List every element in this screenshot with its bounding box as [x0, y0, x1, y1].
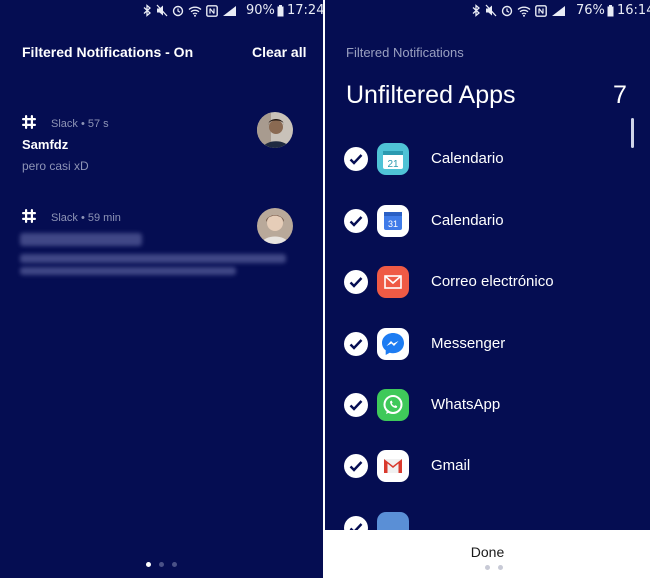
- battery-icon: [607, 5, 614, 17]
- wifi-icon: [188, 6, 202, 17]
- notification-item[interactable]: Slack • 57 s Samfdz pero casi xD: [0, 112, 323, 192]
- alarm-icon: [172, 5, 184, 17]
- checkbox[interactable]: [344, 332, 368, 356]
- checkbox[interactable]: [344, 393, 368, 417]
- app-name: Messenger: [431, 335, 506, 352]
- check-icon: [349, 461, 363, 472]
- clear-all-button[interactable]: Clear all: [252, 44, 306, 60]
- checkbox[interactable]: [344, 147, 368, 171]
- whatsapp-icon: [377, 389, 409, 421]
- avatar: [257, 208, 293, 244]
- google-calendar-icon: 31: [377, 205, 409, 237]
- status-icons: [472, 4, 566, 17]
- check-icon: [349, 216, 363, 227]
- unfiltered-apps-screen: 76% 16:14 Filtered Notifications Unfilte…: [325, 0, 650, 578]
- check-icon: [349, 339, 363, 350]
- clock: 16:14: [617, 3, 650, 18]
- battery-percent: 76%: [576, 3, 605, 18]
- blurred-body-line: [20, 254, 286, 263]
- notification-meta: Slack • 59 min: [51, 212, 121, 224]
- bluetooth-icon: [143, 4, 151, 17]
- battery-percent: 90%: [246, 3, 275, 18]
- status-icons: [143, 4, 237, 17]
- app-row[interactable]: 31 Calendario: [325, 196, 630, 246]
- page-dot[interactable]: [485, 565, 490, 570]
- app-name: Calendario: [431, 212, 504, 229]
- messenger-icon: [377, 328, 409, 360]
- app-name: Correo electrónico: [431, 273, 554, 290]
- notification-time: 57 s: [87, 118, 109, 130]
- meta-separator: •: [80, 118, 85, 130]
- blurred-body-line: [20, 267, 236, 275]
- svg-text:21: 21: [387, 159, 399, 170]
- checkbox[interactable]: [344, 270, 368, 294]
- notification-time: 59 min: [87, 212, 121, 224]
- app-row[interactable]: Messenger: [325, 319, 630, 369]
- notification-body: pero casi xD: [22, 159, 89, 173]
- slack-icon: [22, 209, 36, 223]
- screen-subtitle: Filtered Notifications: [346, 45, 464, 60]
- page-dot[interactable]: [159, 562, 164, 567]
- notification-app-name: Slack: [51, 118, 78, 130]
- app-count: 7: [613, 81, 627, 109]
- bluetooth-icon: [472, 4, 480, 17]
- page-indicator: [485, 565, 503, 570]
- blurred-sender: [20, 233, 142, 246]
- app-row[interactable]: Gmail: [325, 441, 630, 491]
- done-button[interactable]: Done: [325, 530, 650, 578]
- checkbox[interactable]: [344, 454, 368, 478]
- meta-separator: •: [80, 212, 85, 224]
- calendar-icon: 21: [377, 143, 409, 175]
- notification-item[interactable]: Slack • 59 min: [0, 206, 323, 286]
- page-title: Unfiltered Apps: [346, 81, 516, 109]
- app-row[interactable]: 21 Calendario: [325, 134, 630, 184]
- page-dot[interactable]: [172, 562, 177, 567]
- status-bar: 76% 16:14: [325, 0, 650, 22]
- alarm-icon: [501, 5, 513, 17]
- nfc-icon: [206, 4, 218, 17]
- page-title: Filtered Notifications - On: [22, 44, 194, 60]
- signal-icon: [552, 5, 565, 16]
- mute-icon: [156, 4, 168, 17]
- nfc-icon: [535, 4, 547, 17]
- check-icon: [349, 400, 363, 411]
- app-name: WhatsApp: [431, 396, 501, 413]
- check-icon: [349, 277, 363, 288]
- notification-meta: Slack • 57 s: [51, 118, 109, 130]
- gmail-icon: [377, 450, 409, 482]
- page-dot[interactable]: [498, 565, 503, 570]
- check-icon: [349, 154, 363, 165]
- mute-icon: [485, 4, 497, 17]
- battery-icon: [277, 5, 284, 17]
- app-row[interactable]: WhatsApp: [325, 380, 630, 430]
- app-name: Calendario: [431, 150, 504, 167]
- checkbox[interactable]: [344, 209, 368, 233]
- page-dot[interactable]: [146, 562, 151, 567]
- status-bar: 90% 17:24: [0, 0, 323, 22]
- svg-text:31: 31: [388, 219, 398, 229]
- signal-icon: [223, 5, 236, 16]
- filtered-notifications-screen: 90% 17:24 Filtered Notifications - On Cl…: [0, 0, 323, 578]
- scrollbar[interactable]: [631, 118, 634, 148]
- clock: 17:24: [287, 3, 323, 18]
- email-icon: [377, 266, 409, 298]
- slack-icon: [22, 115, 36, 129]
- notification-app-name: Slack: [51, 212, 78, 224]
- done-panel: Done: [325, 530, 650, 578]
- page-indicator: [0, 562, 323, 567]
- app-row[interactable]: Correo electrónico: [325, 257, 630, 307]
- avatar: [257, 112, 293, 148]
- app-name: Gmail: [431, 457, 471, 474]
- wifi-icon: [517, 6, 531, 17]
- notification-sender: Samfdz: [22, 137, 69, 152]
